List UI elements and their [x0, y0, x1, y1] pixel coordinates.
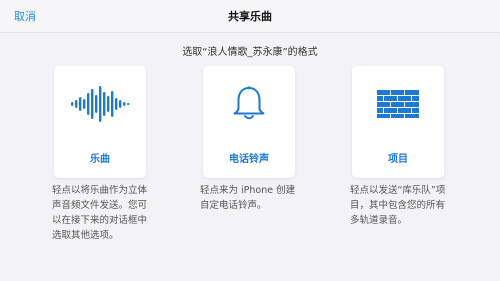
option-ringtone-button[interactable]: 电话铃声 [203, 66, 295, 178]
option-ringtone-label: 电话铃声 [229, 154, 269, 165]
page-title: 共享乐曲 [228, 10, 272, 23]
navigation-bar: 取消 共享乐曲 [0, 0, 500, 33]
bell-icon [203, 86, 295, 122]
option-project-description: 轻点以发送“库乐队”项目，其中包含您的所有多轨道录音。 [350, 185, 446, 226]
option-project-label: 项目 [388, 154, 408, 165]
option-ringtone-description: 轻点来为 iPhone 创建自定电话铃声。 [200, 185, 296, 211]
brick-wall-icon [352, 86, 444, 122]
format-prompt: 选取“浪人情歌_苏永康”的格式 [182, 47, 318, 58]
waveform-icon [54, 86, 146, 122]
option-song-label: 乐曲 [90, 154, 110, 165]
option-song-button[interactable]: 乐曲 [54, 66, 146, 178]
option-project-button[interactable]: 项目 [352, 66, 444, 178]
share-song-screen: 取消 共享乐曲 选取“浪人情歌_苏永康”的格式 乐曲 电话铃声 项目 轻点以将乐… [0, 0, 500, 281]
option-song-description: 轻点以将乐曲作为立体声音频文件发送。您可以在接下来的对话框中选取其他选项。 [52, 185, 148, 241]
